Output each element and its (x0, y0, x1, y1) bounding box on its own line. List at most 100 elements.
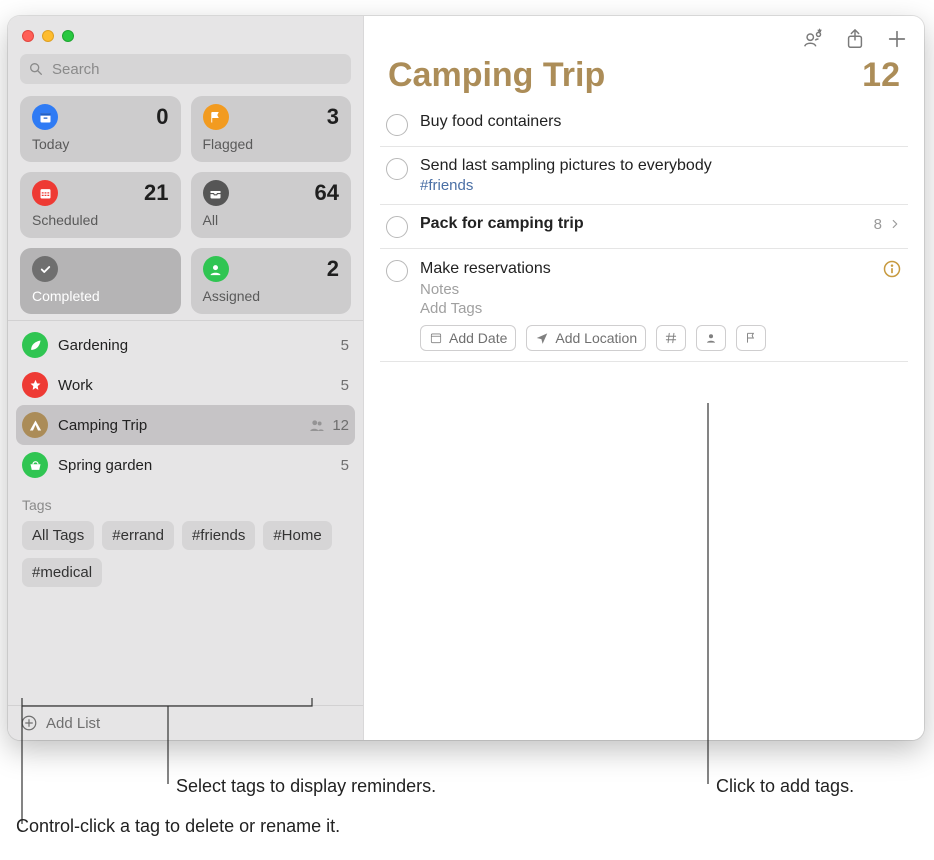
tray-icon (203, 180, 229, 206)
reminder-row-editing[interactable]: Make reservations Notes Add Tags Add Dat… (380, 249, 908, 362)
reminder-title: Pack for camping trip (420, 215, 584, 233)
notes-field[interactable]: Notes (420, 281, 902, 298)
flag-button[interactable] (736, 325, 766, 351)
complete-toggle[interactable] (386, 158, 408, 180)
hashtag-icon (664, 331, 678, 345)
list-gardening[interactable]: Gardening 5 (8, 325, 363, 365)
smart-assigned[interactable]: 2 Assigned (191, 248, 352, 314)
list-label: Work (58, 377, 331, 394)
add-reminder-icon[interactable] (886, 28, 908, 50)
info-icon[interactable] (882, 259, 902, 279)
smart-all-label: All (203, 212, 340, 228)
smart-today-count: 0 (156, 104, 168, 130)
add-date-label: Add Date (449, 330, 507, 346)
close-window-button[interactable] (22, 30, 34, 42)
calendar-icon (429, 331, 443, 345)
list-count: 5 (341, 337, 349, 354)
list-header: Camping Trip 12 (364, 54, 924, 103)
person-icon (704, 331, 718, 345)
add-location-label: Add Location (555, 330, 637, 346)
list-label: Gardening (58, 337, 331, 354)
my-lists: Gardening 5 Work 5 Camping Trip (8, 320, 363, 591)
share-icon[interactable] (844, 28, 866, 50)
list-work[interactable]: Work 5 (8, 365, 363, 405)
smart-flagged[interactable]: 3 Flagged (191, 96, 352, 162)
reminder-row[interactable]: Send last sampling pictures to everybody… (380, 147, 908, 205)
tag-errand[interactable]: #errand (102, 521, 174, 550)
add-tag-button[interactable] (656, 325, 686, 351)
assign-button[interactable] (696, 325, 726, 351)
flag-icon (203, 104, 229, 130)
reminders-window: 0 Today 3 Flagged (8, 16, 924, 740)
window-controls (8, 16, 363, 48)
list-label: Spring garden (58, 457, 331, 474)
flag-icon (744, 331, 758, 345)
calendar-icon (32, 104, 58, 130)
smart-scheduled[interactable]: 21 Scheduled (20, 172, 181, 238)
list-spring-garden[interactable]: Spring garden 5 (8, 445, 363, 485)
list-total-count: 12 (862, 56, 900, 95)
plus-circle-icon (20, 714, 38, 732)
reminder-title: Send last sampling pictures to everybody (420, 157, 712, 175)
smart-flagged-label: Flagged (203, 136, 340, 152)
callout-add-tags: Click to add tags. (716, 776, 854, 797)
sidebar: 0 Today 3 Flagged (8, 16, 364, 740)
tag-all[interactable]: All Tags (22, 521, 94, 550)
tags-section: Tags All Tags #errand #friends #Home #me… (8, 485, 363, 591)
complete-toggle[interactable] (386, 114, 408, 136)
tags-header: Tags (22, 497, 349, 513)
tag-medical[interactable]: #medical (22, 558, 102, 587)
add-date-button[interactable]: Add Date (420, 325, 516, 351)
add-location-button[interactable]: Add Location (526, 325, 646, 351)
location-icon (535, 331, 549, 345)
tent-icon (22, 412, 48, 438)
smart-today-label: Today (32, 136, 169, 152)
smart-lists: 0 Today 3 Flagged (8, 96, 363, 320)
tag-friends[interactable]: #friends (182, 521, 255, 550)
reminder-title: Buy food containers (420, 113, 561, 131)
subtask-count: 8 (874, 216, 882, 233)
list-camping-trip[interactable]: Camping Trip 12 (16, 405, 355, 445)
complete-toggle[interactable] (386, 216, 408, 238)
check-icon (32, 256, 58, 282)
list-count: 5 (341, 377, 349, 394)
list-label: Camping Trip (58, 417, 298, 434)
reminder-title: Make reservations (420, 260, 551, 278)
smart-completed[interactable]: Completed (20, 248, 181, 314)
smart-flagged-count: 3 (327, 104, 339, 130)
reminders-list: Buy food containers Send last sampling p… (364, 103, 924, 362)
smart-scheduled-label: Scheduled (32, 212, 169, 228)
chevron-right-icon[interactable] (888, 217, 902, 231)
smart-all[interactable]: 64 All (191, 172, 352, 238)
reminder-row[interactable]: Pack for camping trip 8 (380, 205, 908, 249)
list-count: 5 (341, 457, 349, 474)
zoom-window-button[interactable] (62, 30, 74, 42)
add-list-button[interactable]: Add List (8, 705, 363, 740)
smart-scheduled-count: 21 (144, 180, 168, 206)
add-list-label: Add List (46, 715, 100, 732)
shared-icon (308, 416, 326, 434)
search-field[interactable] (20, 54, 351, 84)
smart-today[interactable]: 0 Today (20, 96, 181, 162)
smart-assigned-count: 2 (327, 256, 339, 282)
tag-home[interactable]: #Home (263, 521, 331, 550)
basket-icon (22, 452, 48, 478)
minimize-window-button[interactable] (42, 30, 54, 42)
callout-ctrl-click: Control-click a tag to delete or rename … (16, 816, 340, 837)
calendar-grid-icon (32, 180, 58, 206)
reminder-row[interactable]: Buy food containers (380, 103, 908, 147)
star-icon (22, 372, 48, 398)
toolbar (364, 16, 924, 54)
collaborate-icon[interactable] (802, 28, 824, 50)
smart-completed-label: Completed (32, 288, 169, 304)
search-input[interactable] (50, 60, 343, 79)
callout-select-tags: Select tags to display reminders. (176, 776, 436, 797)
reminder-tag-link[interactable]: #friends (420, 177, 902, 194)
complete-toggle[interactable] (386, 260, 408, 282)
add-tags-field[interactable]: Add Tags (420, 300, 902, 317)
smart-all-count: 64 (315, 180, 339, 206)
search-icon (28, 61, 44, 77)
main-panel: Camping Trip 12 Buy food containers Send… (364, 16, 924, 740)
list-count: 12 (332, 417, 349, 434)
person-icon (203, 256, 229, 282)
